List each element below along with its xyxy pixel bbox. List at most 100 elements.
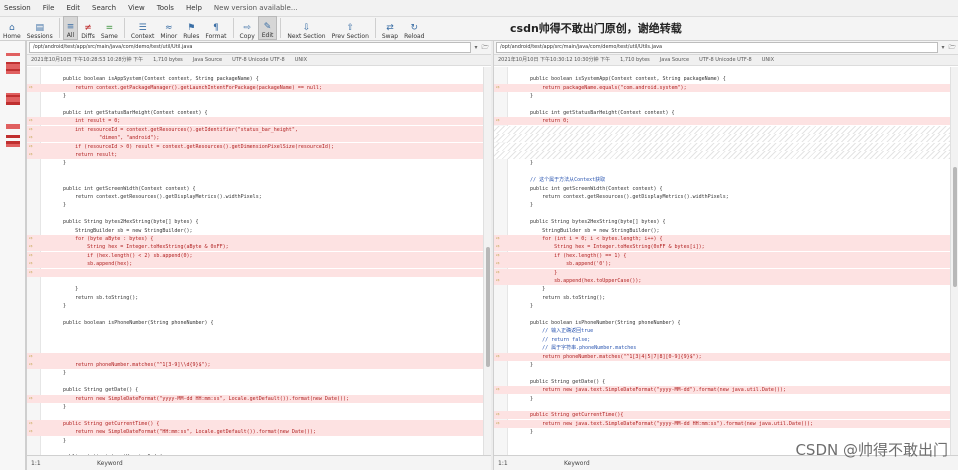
code-line[interactable]: [27, 445, 483, 453]
code-line[interactable]: ➪ if (hex.length() < 2) sb.append(0);: [27, 251, 483, 260]
code-line[interactable]: }: [27, 369, 483, 377]
code-line[interactable]: ➪ for (byte aByte : bytes) {: [27, 235, 483, 243]
code-line[interactable]: ➪ public String getCurrentTime(){: [494, 411, 950, 420]
diff-arrow-icon[interactable]: ➪: [496, 117, 500, 125]
code-line[interactable]: [494, 168, 950, 176]
code-line[interactable]: }: [27, 201, 483, 209]
code-line[interactable]: }: [27, 159, 483, 167]
code-line[interactable]: StringBuilder sb = new StringBuilder();: [494, 227, 950, 235]
code-line[interactable]: public boolean isPhoneNumber(String phon…: [27, 319, 483, 327]
left-scrollbar[interactable]: [483, 67, 491, 455]
code-line[interactable]: [27, 378, 483, 386]
diff-arrow-icon[interactable]: ➪: [29, 428, 33, 436]
code-line[interactable]: ➪ if (resourceId > 0) result = context.g…: [27, 142, 483, 151]
code-line[interactable]: }: [494, 201, 950, 209]
code-line[interactable]: StringBuilder sb = new StringBuilder();: [27, 227, 483, 235]
code-line[interactable]: [494, 67, 950, 75]
toolbar-home-button[interactable]: ⌂ Home: [0, 16, 24, 40]
code-line[interactable]: }: [27, 403, 483, 411]
diff-arrow-icon[interactable]: ➪: [496, 277, 500, 285]
diff-arrow-icon[interactable]: ➪: [29, 269, 33, 277]
code-line[interactable]: public String bytes2HexString(byte[] byt…: [494, 218, 950, 226]
code-line[interactable]: public int getStatusBarHeight(Context co…: [27, 109, 483, 117]
code-line[interactable]: ➪ }: [494, 268, 950, 277]
code-line[interactable]: [494, 403, 950, 411]
diff-arrow-icon[interactable]: ➪: [29, 252, 33, 260]
code-line[interactable]: ➪ return result;: [27, 151, 483, 159]
code-line[interactable]: [27, 336, 483, 344]
toolbar-same-button[interactable]: = Same: [98, 16, 121, 40]
code-line[interactable]: ➪ String hex = Integer.toHexString(0xFF …: [494, 243, 950, 252]
code-line[interactable]: [27, 311, 483, 319]
code-line[interactable]: [494, 134, 950, 143]
menu-item-file[interactable]: File: [43, 4, 55, 12]
menu-item-help[interactable]: Help: [186, 4, 202, 12]
diff-arrow-icon[interactable]: ➪: [29, 84, 33, 92]
code-line[interactable]: public boolean isPhoneNumber(String phon…: [494, 319, 950, 327]
diff-arrow-icon[interactable]: ➪: [496, 235, 500, 243]
code-line[interactable]: // 输入正确返回true: [494, 327, 950, 335]
code-line[interactable]: public String getDate() {: [494, 378, 950, 386]
code-line[interactable]: ➪ return phoneNumber.matches("^1[3|4|5|7…: [494, 352, 950, 361]
code-line[interactable]: }: [494, 302, 950, 310]
toolbar-diffs-button[interactable]: ≠ Diffs: [78, 16, 98, 40]
code-line[interactable]: [494, 210, 950, 218]
code-line[interactable]: [494, 369, 950, 377]
right-dropdown-icon[interactable]: ▾: [942, 44, 945, 51]
code-line[interactable]: ➪ sb.append(hex);: [27, 260, 483, 269]
code-line[interactable]: ➪: [27, 352, 483, 361]
code-line[interactable]: ➪ "dimen", "android");: [27, 134, 483, 143]
code-line[interactable]: [27, 411, 483, 419]
code-line[interactable]: public boolean isSystemApp(Context conte…: [494, 75, 950, 83]
diff-arrow-icon[interactable]: ➪: [496, 353, 500, 361]
code-line[interactable]: public String bytes2HexString(byte[] byt…: [27, 218, 483, 226]
code-line[interactable]: return sb.toString();: [494, 294, 950, 302]
left-scroll-thumb[interactable]: [486, 247, 490, 367]
code-line[interactable]: [494, 142, 950, 151]
toolbar-sessions-button[interactable]: ▤ Sessions: [24, 16, 56, 40]
code-line[interactable]: ➪ return new java.text.SimpleDateFormat(…: [494, 419, 950, 428]
code-line[interactable]: [27, 344, 483, 352]
code-line[interactable]: [27, 176, 483, 184]
code-line[interactable]: ➪ return packageName.equals("com.android…: [494, 83, 950, 92]
left-browse-icon[interactable]: 🗁: [482, 43, 489, 53]
diff-arrow-icon[interactable]: ➪: [496, 411, 500, 419]
code-line[interactable]: [27, 327, 483, 335]
menu-item-session[interactable]: Session: [4, 4, 31, 12]
code-line[interactable]: public int getScreenWidth(Context contex…: [494, 185, 950, 193]
code-line[interactable]: }: [27, 285, 483, 293]
code-line[interactable]: ➪ int resourceId = context.getResources(…: [27, 125, 483, 134]
right-browse-icon[interactable]: 🗁: [949, 43, 956, 53]
code-line[interactable]: ➪ if (hex.length() == 1) {: [494, 251, 950, 260]
code-line[interactable]: [494, 101, 950, 109]
code-line[interactable]: [27, 168, 483, 176]
code-line[interactable]: public int getStatusBarHeight(Context co…: [494, 109, 950, 117]
code-line[interactable]: }: [494, 428, 950, 436]
diff-arrow-icon[interactable]: ➪: [496, 84, 500, 92]
code-line[interactable]: // return false;: [494, 336, 950, 344]
diff-arrow-icon[interactable]: ➪: [29, 143, 33, 151]
code-line[interactable]: ➪ return new java.text.SimpleDateFormat(…: [494, 386, 950, 395]
diff-overview-map[interactable]: [0, 41, 26, 470]
code-line[interactable]: }: [494, 361, 950, 369]
code-line[interactable]: ➪ return 0;: [494, 117, 950, 126]
toolbar-minor-button[interactable]: ≈ Minor: [157, 16, 180, 40]
code-line[interactable]: ➪ return new SimpleDateFormat("yyyy-MM-d…: [27, 394, 483, 403]
code-line[interactable]: ➪: [27, 268, 483, 277]
diff-arrow-icon[interactable]: ➪: [29, 420, 33, 428]
diff-arrow-icon[interactable]: ➪: [496, 260, 500, 268]
code-line[interactable]: ➪ String hex = Integer.toHexString(aByte…: [27, 243, 483, 252]
code-line[interactable]: ➪ sb.append('0');: [494, 260, 950, 269]
code-line[interactable]: [27, 210, 483, 218]
code-line[interactable]: }: [494, 395, 950, 403]
right-scroll-thumb[interactable]: [953, 167, 957, 287]
left-dropdown-icon[interactable]: ▾: [475, 44, 478, 51]
menu-item-edit[interactable]: Edit: [66, 4, 80, 12]
diff-arrow-icon[interactable]: ➪: [29, 117, 33, 125]
code-line[interactable]: [494, 311, 950, 319]
code-line[interactable]: ➪ int result = 0;: [27, 117, 483, 126]
code-line[interactable]: }: [494, 285, 950, 293]
code-line[interactable]: ➪ public String getCurrentTime() {: [27, 419, 483, 428]
toolbar-edit-button[interactable]: ✎ Edit: [257, 16, 278, 40]
toolbar-format-button[interactable]: ¶ Format: [202, 16, 229, 40]
